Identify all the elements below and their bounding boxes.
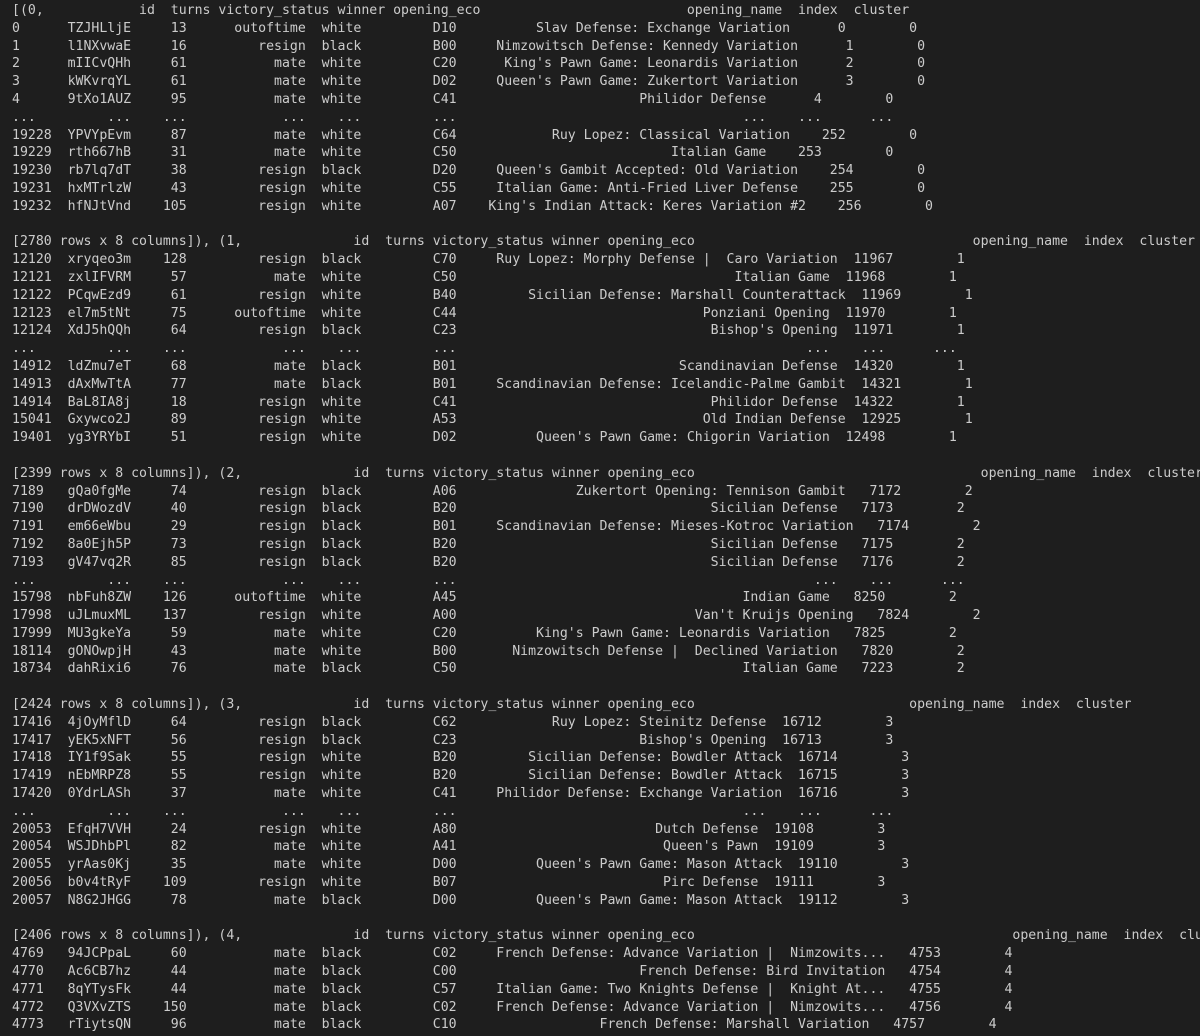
output-line: 15041 Gxywco2J 89 resign white A53 Old I… bbox=[12, 412, 973, 428]
output-line: 20055 yrAas0Kj 35 mate white D00 Queen's… bbox=[12, 857, 910, 873]
output-line: 0 TZJHLljE 13 outoftime white D10 Slav D… bbox=[12, 20, 918, 36]
output-line: 12124 XdJ5hQQh 64 resign black C23 Bisho… bbox=[12, 323, 965, 339]
output-line: 4769 94JCPpaL 60 mate black C02 French D… bbox=[12, 946, 1013, 962]
output-line: 3 kWKvrqYL 61 mate white D02 Queen's Paw… bbox=[12, 74, 926, 90]
output-line: 14914 BaL8IA8j 18 resign white C41 Phili… bbox=[12, 394, 965, 410]
output-line: 18734 dahRixi6 76 mate black C50 Italian… bbox=[12, 661, 965, 677]
output-line: 4772 Q3VXvZTS 150 mate black C02 French … bbox=[12, 999, 1013, 1015]
output-line: [2406 rows x 8 columns]), (4, id turns v… bbox=[12, 928, 1200, 944]
output-line: 20053 EfqH7VVH 24 resign white A80 Dutch… bbox=[12, 821, 886, 837]
output-line: 17998 uJLmuxML 137 resign white A00 Van'… bbox=[12, 608, 981, 624]
output-line: 7191 em66eWbu 29 resign black B01 Scandi… bbox=[12, 519, 981, 535]
output-line: 19231 hxMTrlzW 43 resign white C55 Itali… bbox=[12, 180, 926, 196]
output-line: 4770 Ac6CB7hz 44 mate black C00 French D… bbox=[12, 964, 1013, 980]
output-line: 19232 hfNJtVnd 105 resign white A07 King… bbox=[12, 198, 933, 214]
output-line: 19229 rth667hB 31 mate white C50 Italian… bbox=[12, 145, 894, 161]
output-line: ... ... ... ... ... ... ... ... ... bbox=[12, 572, 965, 588]
output-line: [2780 rows x 8 columns]), (1, id turns v… bbox=[12, 234, 1195, 250]
output-line: 17416 4jOyMflD 64 resign black C62 Ruy L… bbox=[12, 714, 894, 730]
output-line: 20056 b0v4tRyF 109 resign white B07 Pirc… bbox=[12, 875, 886, 891]
output-line: [(0, id turns victory_status winner open… bbox=[12, 3, 910, 18]
output-line: 19228 YPVYpEvm 87 mate white C64 Ruy Lop… bbox=[12, 127, 918, 143]
output-line: 4771 8qYTysFk 44 mate black C57 Italian … bbox=[12, 981, 1013, 997]
output-line: 17999 MU3gkeYa 59 mate white C20 King's … bbox=[12, 625, 957, 641]
output-line: [2424 rows x 8 columns]), (3, id turns v… bbox=[12, 697, 1132, 713]
output-line: 7190 drDWozdV 40 resign black B20 Sicili… bbox=[12, 501, 965, 517]
output-line: 17419 nEbMRPZ8 55 resign white B20 Sicil… bbox=[12, 768, 910, 784]
output-line: 4 9tXo1AUZ 95 mate white C41 Philidor De… bbox=[12, 91, 894, 107]
output-line: 15798 nbFuh8ZW 126 outoftime white A45 I… bbox=[12, 590, 957, 606]
output-line: 17418 IY1f9Sak 55 resign white B20 Sicil… bbox=[12, 750, 910, 766]
output-line: [2399 rows x 8 columns]), (2, id turns v… bbox=[12, 465, 1200, 481]
output-line: 4773 rTiytsQN 96 mate black C10 French D… bbox=[12, 1017, 997, 1033]
output-line: 20054 WSJDhbPl 82 mate white A41 Queen's… bbox=[12, 839, 886, 855]
output-line: 18114 gONOwpjH 43 mate white B00 Nimzowi… bbox=[12, 643, 965, 659]
output-line: 7193 gV47vq2R 85 resign black B20 Sicili… bbox=[12, 554, 965, 570]
output-line: 19230 rb7lq7dT 38 resign black D20 Queen… bbox=[12, 163, 926, 179]
output-line: 2 mIICvQHh 61 mate white C20 King's Pawn… bbox=[12, 56, 926, 72]
output-line: 20057 N8G2JHGG 78 mate black D00 Queen's… bbox=[12, 892, 910, 908]
output-line: 19401 yg3YRYbI 51 resign white D02 Queen… bbox=[12, 430, 957, 446]
output-line: ... ... ... ... ... ... ... ... ... bbox=[12, 803, 894, 819]
output-line: 14913 dAxMwTtA 77 mate black B01 Scandin… bbox=[12, 376, 973, 392]
output-line: 1 l1NXvwaE 16 resign black B00 Nimzowits… bbox=[12, 38, 926, 54]
output-line: 12123 el7m5tNt 75 outoftime white C44 Po… bbox=[12, 305, 957, 321]
output-line: 7189 gQa0fgMe 74 resign black A06 Zukert… bbox=[12, 483, 973, 499]
output-line: 17417 yEK5xNFT 56 resign black C23 Bisho… bbox=[12, 732, 894, 748]
notebook-output-area[interactable]: [(0, id turns victory_status winner open… bbox=[0, 0, 1200, 1036]
output-line: 12120 xryqeo3m 128 resign black C70 Ruy … bbox=[12, 252, 965, 268]
output-line: 7192 8a0Ejh5P 73 resign black B20 Sicili… bbox=[12, 536, 965, 552]
output-line: 12122 PCqwEzd9 61 resign white B40 Sicil… bbox=[12, 287, 973, 303]
output-line: 17420 0YdrLASh 37 mate white C41 Philido… bbox=[12, 786, 910, 802]
output-line: ... ... ... ... ... ... ... ... ... bbox=[12, 109, 894, 125]
output-line: ... ... ... ... ... ... ... ... ... bbox=[12, 341, 957, 357]
output-line: 14912 ldZmu7eT 68 mate black B01 Scandin… bbox=[12, 358, 965, 374]
output-line: 12121 zxlIFVRM 57 mate white C50 Italian… bbox=[12, 269, 957, 285]
